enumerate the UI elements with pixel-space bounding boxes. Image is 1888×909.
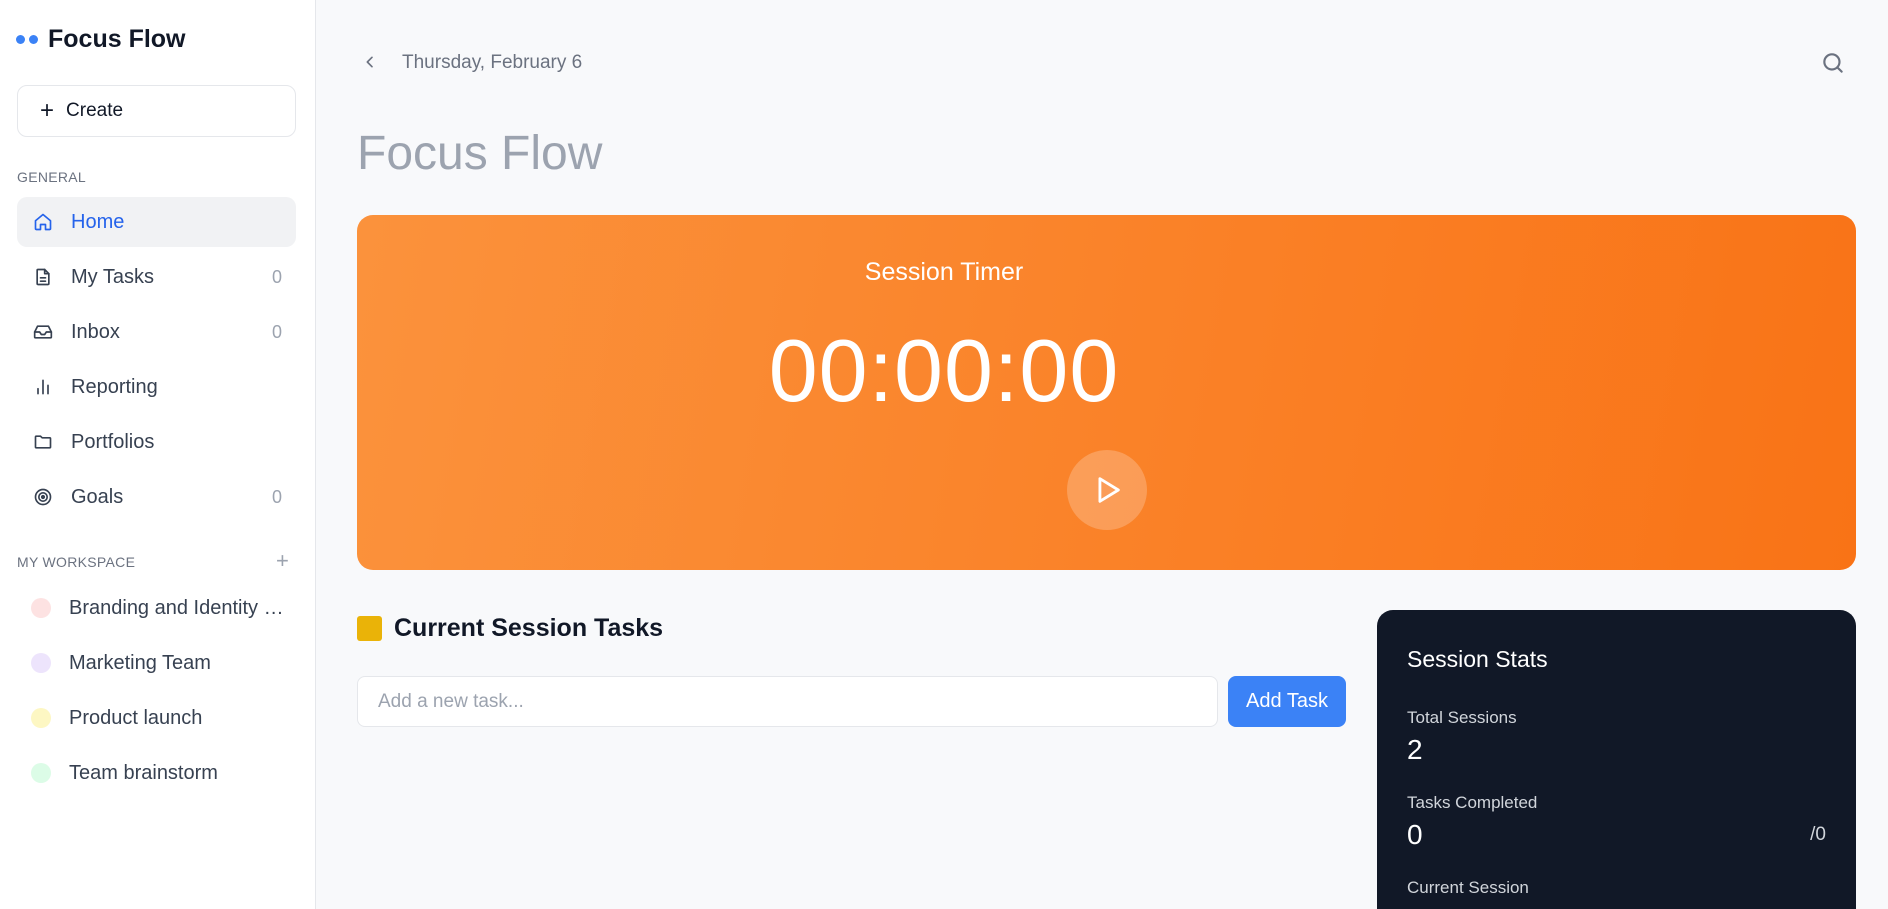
brand: Focus Flow bbox=[16, 22, 186, 56]
search-icon bbox=[1823, 53, 1843, 73]
add-workspace-icon[interactable]: + bbox=[276, 550, 289, 572]
workspace-item[interactable]: Branding and Identity Refresh bbox=[17, 583, 296, 633]
page-title: Focus Flow bbox=[357, 127, 603, 180]
sidebar-item-goals[interactable]: Goals 0 bbox=[17, 472, 296, 522]
chevron-left-icon bbox=[366, 56, 373, 68]
tasks-completed-label: Tasks Completed bbox=[1407, 793, 1538, 812]
play-button[interactable] bbox=[1067, 450, 1147, 530]
stats-title: Session Stats bbox=[1407, 646, 1548, 672]
tasks-completed-total: /0 bbox=[1810, 824, 1826, 845]
back-button[interactable] bbox=[358, 50, 382, 74]
project-color-dot bbox=[31, 598, 51, 618]
tasks-completed-value: 0 bbox=[1407, 819, 1423, 850]
tasks-color-square bbox=[357, 616, 382, 641]
target-icon bbox=[31, 485, 55, 509]
tasks-heading: Current Session Tasks bbox=[357, 614, 663, 643]
project-color-dot bbox=[31, 763, 51, 783]
sidebar-item-home[interactable]: Home bbox=[17, 197, 296, 247]
logo-icon bbox=[16, 34, 38, 44]
home-icon bbox=[31, 210, 55, 234]
workspace-item[interactable]: Marketing Team bbox=[17, 638, 296, 688]
plus-icon: + bbox=[40, 97, 55, 124]
session-stats-card: Session Stats Total Sessions 2 Tasks Com… bbox=[1377, 610, 1856, 909]
workspace-item-label: Product launch bbox=[69, 706, 203, 729]
timer-display: 00:00:00 bbox=[768, 321, 1120, 420]
create-label: Create bbox=[66, 100, 124, 121]
workspace-item[interactable]: Team brainstorm bbox=[17, 748, 296, 798]
play-icon bbox=[1098, 477, 1120, 503]
sidebar: Focus Flow + Create GENERAL Home My Task… bbox=[0, 0, 316, 909]
sidebar-item-label: Goals bbox=[71, 485, 124, 508]
add-task-button[interactable]: Add Task bbox=[1228, 676, 1346, 727]
workspace-item[interactable]: Product launch bbox=[17, 693, 296, 743]
search-button[interactable] bbox=[1820, 50, 1846, 76]
workspace-item-label: Branding and Identity Refresh bbox=[69, 596, 289, 619]
sidebar-item-label: Home bbox=[71, 210, 125, 233]
sidebar-item-count: 0 bbox=[271, 486, 282, 507]
project-color-dot bbox=[31, 708, 51, 728]
total-sessions-label: Total Sessions bbox=[1407, 708, 1517, 727]
workspace-section-label: MY WORKSPACE bbox=[17, 554, 136, 570]
folder-icon bbox=[31, 430, 55, 454]
app-title: Focus Flow bbox=[48, 24, 186, 53]
workspace-item-label: Team brainstorm bbox=[69, 761, 218, 784]
sidebar-item-label: Portfolios bbox=[71, 430, 155, 453]
new-task-input[interactable] bbox=[357, 676, 1218, 727]
create-button[interactable]: + Create bbox=[17, 85, 296, 137]
current-date: Thursday, February 6 bbox=[402, 52, 583, 73]
current-session-label: Current Session bbox=[1407, 878, 1529, 897]
workspace-item-label: Marketing Team bbox=[69, 651, 211, 674]
project-color-dot bbox=[31, 653, 51, 673]
tasks-title: Current Session Tasks bbox=[394, 614, 664, 642]
general-section-label: GENERAL bbox=[17, 169, 87, 185]
sidebar-item-portfolios[interactable]: Portfolios bbox=[17, 417, 296, 467]
total-sessions-value: 2 bbox=[1407, 734, 1423, 765]
timer-label: Session Timer bbox=[864, 258, 1024, 286]
